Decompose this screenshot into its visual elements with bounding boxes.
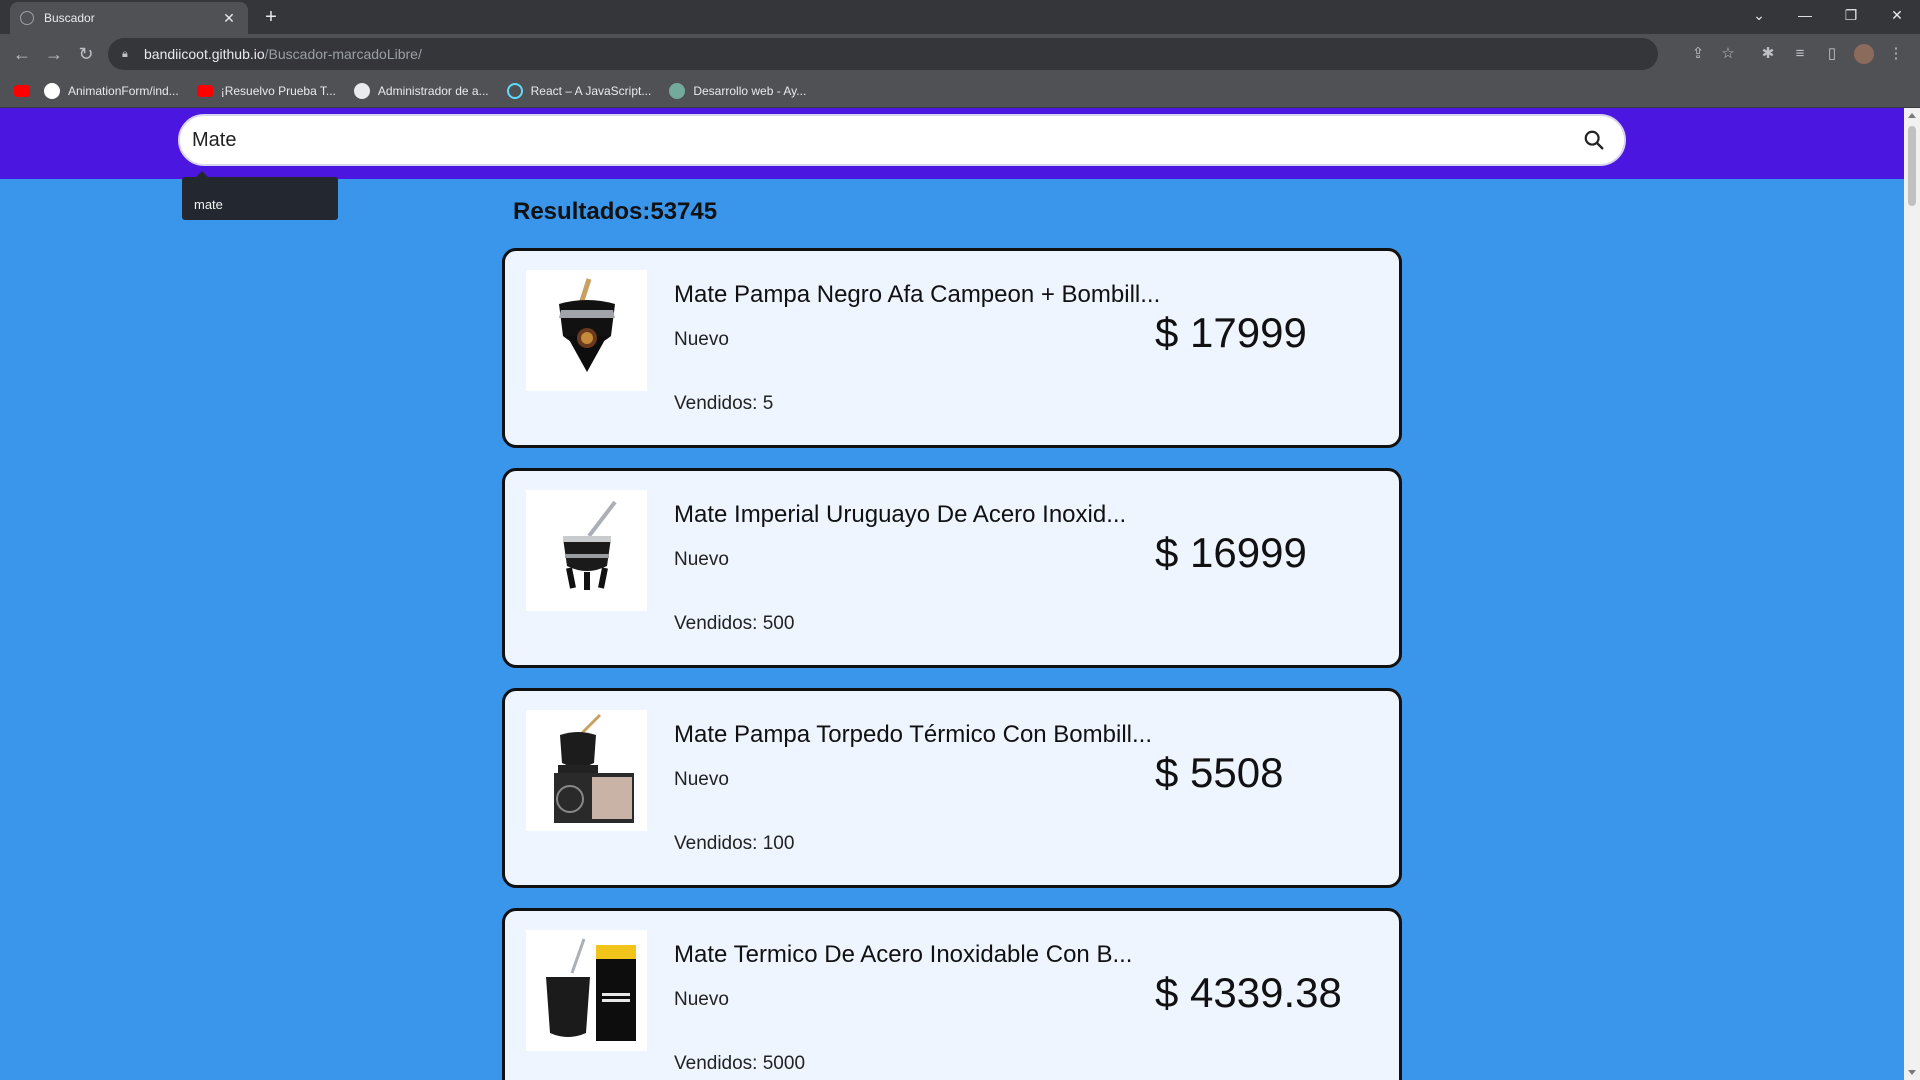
product-sold: Vendidos: 500 [674,613,795,634]
back-button[interactable]: ← [8,40,36,68]
bookmark-item[interactable]: ¡Resuelvo Prueba T... [196,83,336,98]
product-price: $ 17999 [1155,309,1307,356]
profile-avatar[interactable] [1852,42,1876,66]
product-card[interactable]: Mate Imperial Uruguayo De Acero Inoxid..… [502,468,1402,668]
youtube-icon [196,84,213,97]
youtube-icon [14,84,30,97]
globe-icon [20,11,34,25]
bookmark-item[interactable]: AnimationForm/ind... [44,82,179,99]
browser-toolbar: ← → ↻ 🔒︎ bandiicoot.github.io/Buscador-m… [0,34,1920,74]
product-image [526,710,647,831]
bookmark-label: React – A JavaScript... [530,83,652,98]
product-price: $ 16999 [1155,529,1307,576]
product-card[interactable]: Mate Pampa Torpedo Térmico Con Bombill..… [502,688,1402,888]
bookmark-label: Administrador de a... [377,83,489,98]
product-card[interactable]: Mate Pampa Negro Afa Campeon + Bombill..… [502,248,1402,448]
product-price: $ 4339.38 [1155,969,1342,1016]
product-name: Mate Pampa Negro Afa Campeon + Bombill..… [674,281,1161,308]
globe-icon [353,82,370,99]
search-bar [178,114,1626,166]
url-host: bandiicoot.github.io [144,46,265,62]
address-bar[interactable]: 🔒︎ bandiicoot.github.io/Buscador-marcado… [108,38,1658,70]
github-icon [44,82,60,99]
reload-button[interactable]: ↻ [72,40,100,68]
minimize-button[interactable]: — [1782,0,1828,30]
menu-kebab-icon[interactable]: ⋮ [1884,42,1908,66]
product-condition: Nuevo [674,329,729,350]
product-condition: Nuevo [674,989,729,1010]
product-image [526,270,647,391]
page-scrollbar[interactable] [1904,108,1920,1080]
product-name: Mate Pampa Torpedo Térmico Con Bombill..… [674,721,1152,748]
product-image [526,930,647,1051]
react-icon [506,82,523,99]
bookmarks-bar: AnimationForm/ind... ¡Resuelvo Prueba T.… [0,74,1920,108]
search-icon[interactable] [1580,126,1608,154]
tab-search-icon[interactable]: ⌄ [1736,0,1782,30]
share-icon[interactable]: ⇪ [1686,42,1710,66]
scrollbar-thumb[interactable] [1908,126,1916,206]
scroll-down-arrow-icon[interactable] [1908,1070,1916,1075]
product-sold: Vendidos: 5000 [674,1053,806,1074]
scroll-up-arrow-icon[interactable] [1908,113,1916,118]
bookmark-star-icon[interactable]: ☆ [1716,42,1740,66]
bookmark-item[interactable]: Desarrollo web - Ay... [669,82,807,99]
browser-tab[interactable]: Buscador ✕ [10,2,248,34]
media-icon[interactable]: ≡ [1788,42,1812,66]
bookmark-label: Desarrollo web - Ay... [693,83,807,98]
side-panel-icon[interactable]: ▯ [1820,42,1844,66]
product-sold: Vendidos: 5 [674,393,774,414]
url-path: /Buscador-marcadoLibre/ [264,46,422,62]
product-card[interactable]: Mate Termico De Acero Inoxidable Con B..… [502,908,1402,1080]
product-name: Mate Imperial Uruguayo De Acero Inoxid..… [674,501,1127,528]
product-image [526,490,647,611]
chatgpt-icon [669,82,686,99]
browser-tab-strip: Buscador ✕ + ⌄ — ❐ ✕ [0,0,1920,34]
tab-close-button[interactable]: ✕ [220,10,238,27]
extensions-icon[interactable]: ✱ [1756,42,1780,66]
forward-button[interactable]: → [40,40,68,68]
bookmark-label: AnimationForm/ind... [68,83,179,98]
bookmark-item[interactable]: Administrador de a... [353,82,489,99]
results-count: Resultados:53745 [513,198,718,225]
restore-button[interactable]: ❐ [1828,0,1874,30]
page-content: mate Resultados:53745 Mate Pampa Negro A… [0,108,1904,1080]
product-condition: Nuevo [674,549,729,570]
new-tab-button[interactable]: + [258,4,284,30]
bookmark-label: ¡Resuelvo Prueba T... [220,83,336,98]
product-sold: Vendidos: 100 [674,833,795,854]
search-suggestion[interactable]: mate [182,177,338,220]
bookmark-item[interactable]: React – A JavaScript... [506,82,652,99]
bookmark-youtube[interactable] [14,84,38,97]
close-window-button[interactable]: ✕ [1874,0,1920,30]
lock-icon: 🔒︎ [122,48,128,60]
tab-title: Buscador [44,11,95,25]
product-condition: Nuevo [674,769,729,790]
product-price: $ 5508 [1155,749,1284,796]
product-name: Mate Termico De Acero Inoxidable Con B..… [674,941,1133,968]
search-input[interactable] [192,128,1580,152]
